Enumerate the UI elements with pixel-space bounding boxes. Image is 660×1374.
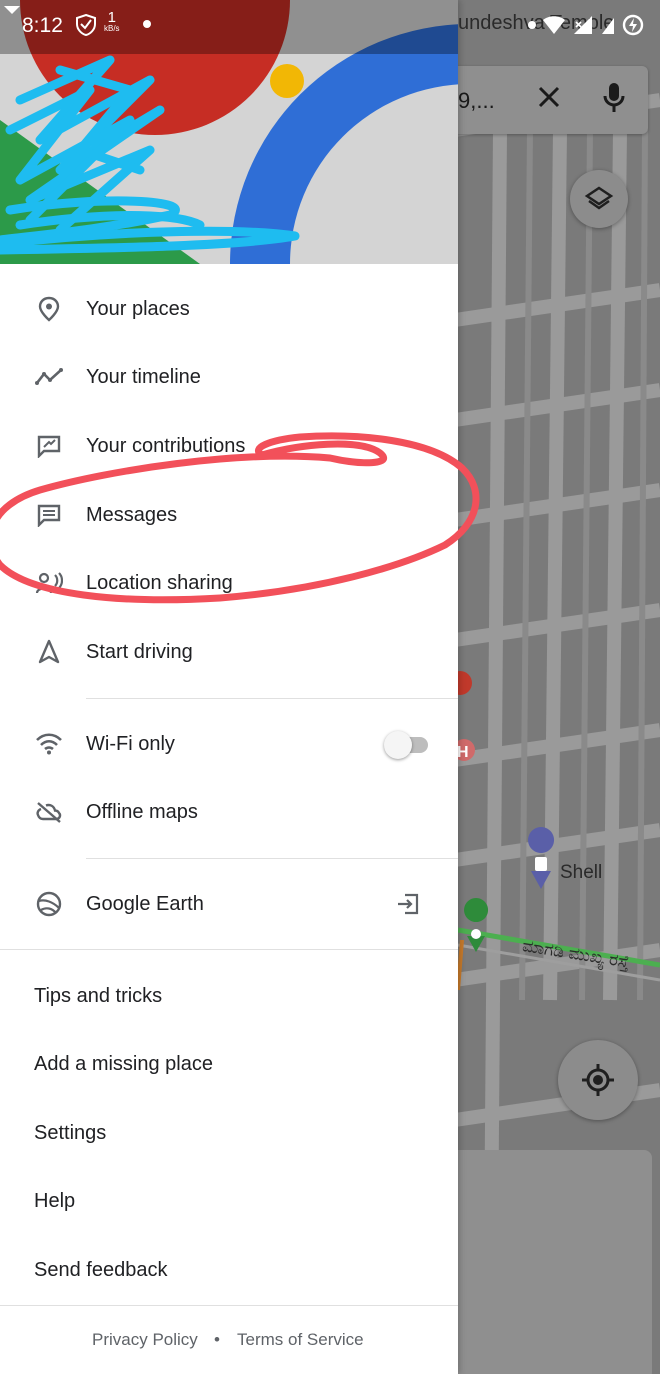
shield-icon: [76, 14, 96, 36]
menu-item-label: Messages: [86, 503, 178, 526]
menu-item-your-contributions[interactable]: Your contributions: [0, 412, 458, 480]
notification-dot: [143, 20, 151, 28]
location-sharing-icon: [34, 568, 64, 598]
menu-item-label: Start driving: [86, 640, 193, 663]
map-layers-button[interactable]: [570, 170, 628, 228]
link-label: Help: [34, 1189, 76, 1212]
location-pin-icon: [34, 294, 64, 324]
wifi-only-toggle[interactable]: [384, 729, 430, 759]
link-label: Send feedback: [34, 1258, 168, 1281]
data-rate: 1 kB/s: [104, 10, 120, 33]
menu-item-label: Your contributions: [86, 434, 246, 457]
menu-item-google-earth[interactable]: Google Earth: [0, 870, 458, 938]
footer-separator: •: [214, 1330, 220, 1349]
cloud-off-icon: [34, 797, 64, 827]
wifi-icon: [34, 729, 64, 759]
drawer-footer: Privacy Policy • Terms of Service: [0, 1310, 458, 1374]
link-send-feedback[interactable]: Send feedback: [0, 1236, 458, 1304]
layers-icon: [584, 186, 614, 210]
close-icon[interactable]: [534, 82, 564, 112]
svg-text:H: H: [457, 744, 469, 761]
wifi-signal-icon: [543, 16, 565, 34]
timeline-icon: [34, 362, 64, 392]
toggle-thumb: [384, 731, 412, 759]
menu-item-wifi-only[interactable]: Wi-Fi only: [0, 710, 458, 778]
navigation-arrow-icon: [34, 637, 64, 667]
cell-signal-icon: [574, 16, 592, 34]
menu-item-label: Offline maps: [86, 800, 198, 823]
menu-item-label: Google Earth: [86, 892, 204, 915]
link-label: Add a missing place: [34, 1052, 213, 1075]
link-label: Tips and tricks: [34, 984, 163, 1007]
contributions-icon: [34, 431, 64, 461]
menu-item-location-sharing[interactable]: Location sharing: [0, 549, 458, 617]
menu-item-label: Wi-Fi only: [86, 732, 175, 755]
earth-icon: [34, 889, 64, 919]
divider: [86, 698, 458, 699]
menu-item-label: Your places: [86, 297, 190, 320]
divider: [0, 1305, 458, 1306]
map-search-bar[interactable]: 9,...: [440, 66, 648, 134]
divider: [86, 858, 458, 859]
menu-item-your-places[interactable]: Your places: [0, 275, 458, 343]
link-help[interactable]: Help: [0, 1167, 458, 1235]
my-location-button[interactable]: [558, 1040, 638, 1120]
search-query-text: 9,...: [458, 88, 495, 113]
link-settings[interactable]: Settings: [0, 1099, 458, 1167]
menu-item-messages[interactable]: Messages: [0, 481, 458, 549]
menu-item-start-driving[interactable]: Start driving: [0, 618, 458, 686]
open-external-icon[interactable]: [396, 892, 420, 916]
data-rate-value: 1: [107, 9, 116, 26]
data-rate-unit: kB/s: [104, 24, 120, 33]
signal-bars-icon: [602, 18, 614, 34]
link-add-missing-place[interactable]: Add a missing place: [0, 1030, 458, 1098]
status-time: 8:12: [22, 14, 63, 37]
status-bar: 8:12 1 kB/s undeshva Temple: [0, 0, 660, 54]
notification-dot-icon: [528, 21, 536, 29]
navigation-drawer: Your places Your timeline Your contribut…: [0, 0, 458, 1374]
terms-of-service-link[interactable]: Terms of Service: [237, 1330, 364, 1350]
divider: [0, 949, 458, 950]
crosshair-icon: [582, 1064, 614, 1096]
menu-item-your-timeline[interactable]: Your timeline: [0, 343, 458, 411]
privacy-policy-link[interactable]: Privacy Policy: [92, 1330, 198, 1350]
battery-charging-icon: [622, 14, 644, 36]
microphone-icon[interactable]: [600, 80, 628, 114]
status-icons: [528, 14, 644, 36]
menu-item-offline-maps[interactable]: Offline maps: [0, 778, 458, 846]
message-icon: [34, 500, 64, 530]
menu-item-label: Your timeline: [86, 365, 201, 388]
link-label: Settings: [34, 1121, 107, 1144]
link-tips-and-tricks[interactable]: Tips and tricks: [0, 962, 458, 1030]
map-poi-label: Shell: [560, 862, 603, 883]
menu-item-label: Location sharing: [86, 571, 233, 594]
map-bottom-sheet[interactable]: [440, 1150, 652, 1374]
